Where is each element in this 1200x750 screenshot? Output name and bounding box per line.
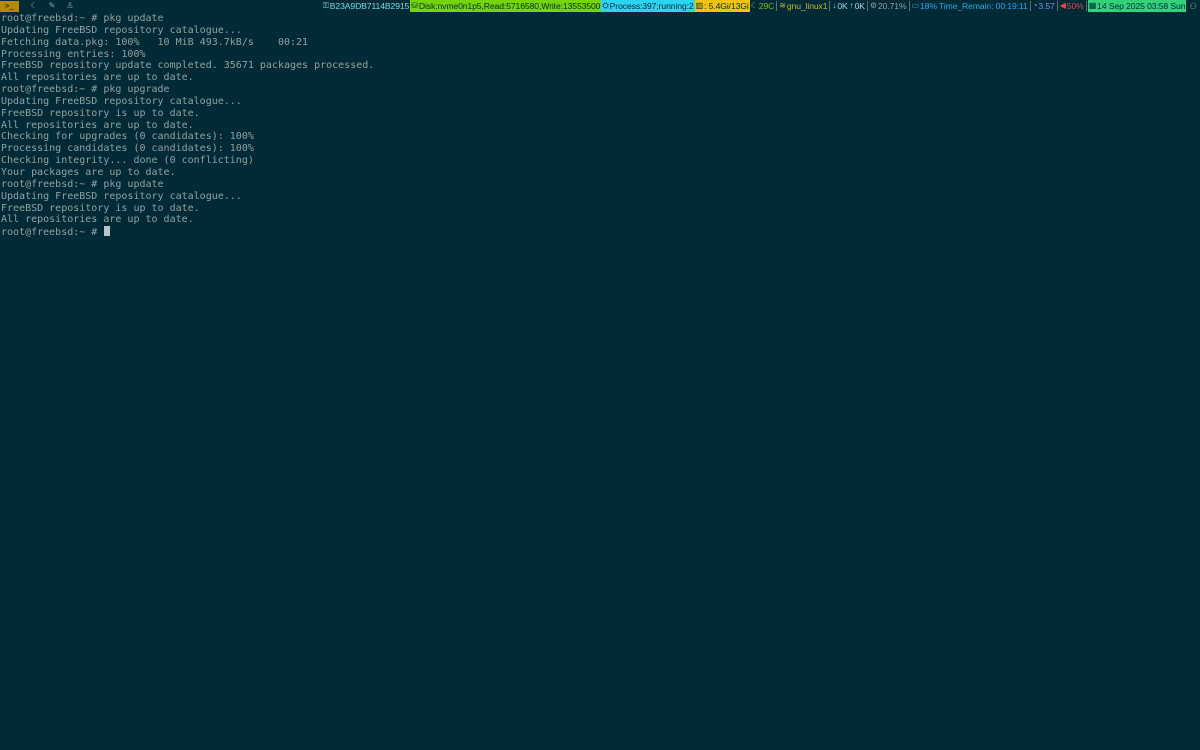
temperature-indicator: ☾ 29C — [750, 0, 776, 12]
download-text: 0K — [837, 1, 848, 11]
terminal-line: root@freebsd:~ # pkg update — [1, 178, 164, 190]
network-name-text: gnu_linux1 — [786, 1, 828, 11]
terminal-line: FreeBSD repository update completed. 356… — [1, 60, 375, 72]
terminal-line: FreeBSD repository is up to date. — [1, 202, 200, 214]
process-icon: ⛭ — [602, 1, 609, 10]
calendar-icon: ▦ — [1088, 1, 1097, 10]
key-icon: ⚿ — [322, 1, 329, 10]
terminal-line: Processing entries: 100% — [1, 48, 146, 60]
pen-icon[interactable]: ✎ — [43, 0, 61, 12]
terminal-line: Processing candidates (0 candidates): 10… — [1, 143, 254, 155]
terminal-line: root@freebsd:~ # pkg update — [1, 13, 164, 24]
terminal-line: Updating FreeBSD repository catalogue... — [1, 24, 242, 36]
terminal-line: Your packages are up to date. — [1, 166, 176, 178]
load-text: 3.57 — [1038, 1, 1055, 11]
network-indicator[interactable]: ≋ gnu_linux1 — [778, 0, 828, 12]
workspace-area: >_ ☾ ✎ ♙ — [0, 0, 79, 12]
gauge-icon: ◔ — [1032, 1, 1038, 10]
terminal-line: FreeBSD repository is up to date. — [1, 107, 200, 119]
terminal-launcher-button[interactable]: >_ — [0, 0, 19, 12]
cpu-gear-icon: ⚙ — [869, 1, 877, 10]
cpu-text: 20.71% — [877, 1, 907, 11]
text-cursor — [104, 226, 111, 237]
terminal-line: All repositories are up to date. — [1, 214, 194, 226]
moon-icon[interactable]: ☾ — [25, 0, 43, 12]
memory-text: : 5.4Gi/13Gi — [704, 1, 749, 11]
upload-indicator: ↑ 0K — [849, 0, 866, 12]
temperature-text: 29C — [758, 1, 775, 11]
separator — [776, 1, 778, 11]
system-indicators: ⚿ B23A9DB7114B2915 ⛁ Disk:nvme0n1p5,Read… — [322, 0, 1200, 12]
penguin-icon[interactable]: ♙ — [61, 0, 79, 12]
terminal-line: Updating FreeBSD repository catalogue... — [1, 95, 242, 107]
download-indicator: ↓ 0K — [831, 0, 848, 12]
process-indicator: ⛭ Process:397;running:2 — [601, 0, 695, 12]
clock-indicator[interactable]: ▦ 14 Sep 2025 03:58 Sun — [1087, 0, 1187, 12]
disk-text: Disk:nvme0n1p5,Read:5716580,Write:135535… — [418, 1, 601, 11]
upload-text: 0K — [854, 1, 865, 11]
prompt-text: root@freebsd:~ # — [1, 227, 104, 239]
memory-indicator: ▥ : 5.4Gi/13Gi — [694, 0, 750, 12]
process-text: Process:397;running:2 — [609, 1, 694, 11]
battery-indicator: ▭ 18% Time_Remain: 00:19:11 — [911, 0, 1029, 12]
separator — [908, 1, 910, 11]
terminal-line: Fetching data.pkg: 100% 10 MiB 493.7kB/s… — [1, 36, 309, 48]
load-indicator: ◔ 3.57 — [1032, 0, 1056, 12]
upload-arrow-icon: ↑ — [849, 1, 854, 10]
terminal-prompt-line[interactable]: root@freebsd:~ # — [1, 226, 1199, 238]
separator — [1056, 1, 1058, 11]
battery-icon: ▭ — [911, 1, 920, 10]
battery-text: 18% Time_Remain: 00:19:11 — [919, 1, 1028, 11]
terminal-line: Checking integrity... done (0 conflictin… — [1, 155, 254, 167]
machine-id-text: B23A9DB7114B2915 — [329, 1, 410, 11]
separator — [1029, 1, 1031, 11]
terminal-line: All repositories are up to date. — [1, 72, 194, 84]
terminal-line: All repositories are up to date. — [1, 119, 194, 131]
machine-id-indicator: ⚿ B23A9DB7114B2915 — [322, 0, 410, 12]
terminal-line: root@freebsd:~ # pkg upgrade — [1, 84, 170, 96]
speaker-icon: ◀ — [1059, 1, 1066, 10]
download-arrow-icon: ↓ — [832, 1, 837, 10]
separator — [1085, 1, 1087, 11]
terminal-window[interactable]: root@freebsd:~ # pkg update Updating Fre… — [1, 13, 1199, 749]
separator — [866, 1, 868, 11]
temperature-icon: ☾ — [750, 1, 758, 10]
tray-icon[interactable]: ⚇ — [1186, 0, 1200, 12]
disk-indicator: ⛁ Disk:nvme0n1p5,Read:5716580,Write:1355… — [410, 0, 602, 12]
terminal-line: Updating FreeBSD repository catalogue... — [1, 190, 242, 202]
separator — [829, 1, 831, 11]
date-text: 14 Sep 2025 03:58 Sun — [1097, 1, 1186, 11]
disk-icon: ⛁ — [411, 1, 418, 10]
volume-text: 50% — [1066, 1, 1084, 11]
cpu-indicator: ⚙ 20.71% — [869, 0, 908, 12]
chart-icon: ▥ — [695, 1, 704, 10]
terminal-line: Checking for upgrades (0 candidates): 10… — [1, 131, 254, 143]
wifi-icon: ≋ — [779, 1, 786, 10]
top-status-bar: >_ ☾ ✎ ♙ ⚿ B23A9DB7114B2915 ⛁ Disk:nvme0… — [0, 0, 1200, 12]
volume-indicator[interactable]: ◀ 50% — [1059, 0, 1085, 12]
